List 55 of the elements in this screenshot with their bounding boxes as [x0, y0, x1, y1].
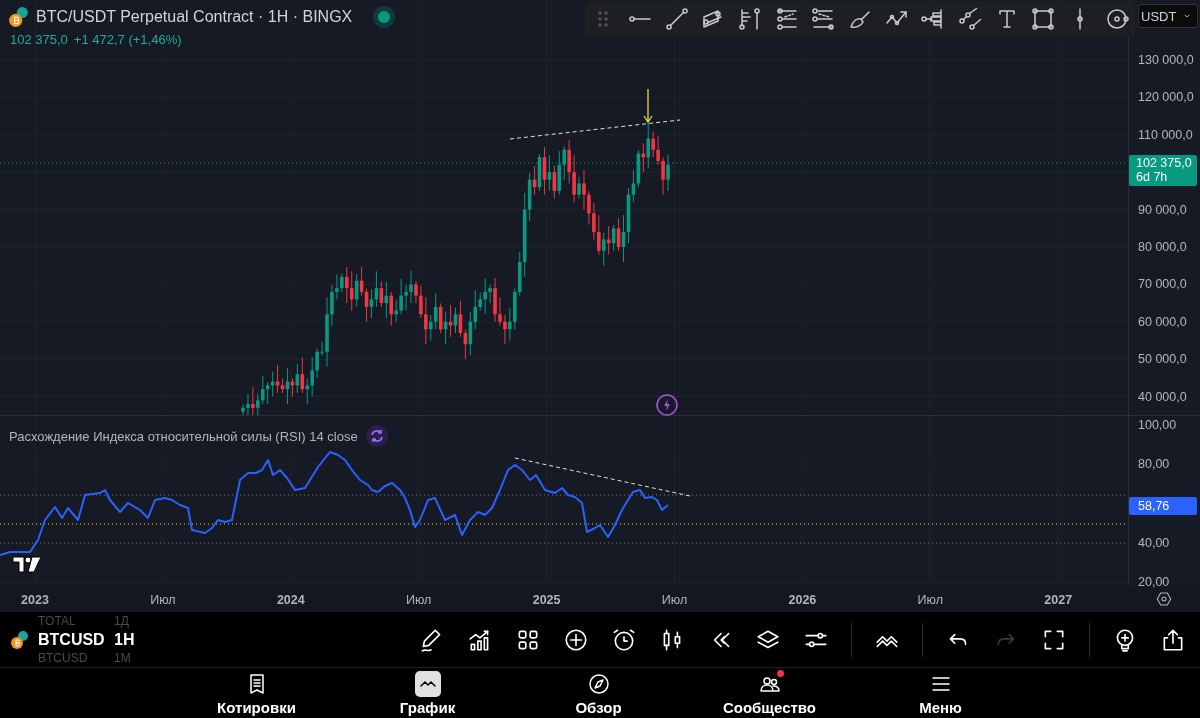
coin-icon	[8, 6, 30, 28]
currency-dropdown[interactable]: USDT	[1138, 4, 1198, 28]
price-tick: 110 000,0	[1138, 127, 1193, 142]
coin-icon	[10, 629, 30, 650]
symbol-title: BTC/USDT Perpetual Contract · 1H · BINGX	[36, 8, 353, 26]
nav-tab[interactable]: Обзор	[513, 668, 684, 718]
levels-icon[interactable]	[774, 7, 799, 31]
nav-tab[interactable]: Сообщество	[684, 668, 855, 718]
time-label: 2024	[276, 593, 305, 607]
nav-tab[interactable]: Меню	[855, 668, 1026, 718]
rsi-tick: 40,00	[1138, 536, 1170, 550]
rsi-tick: 20,00	[1138, 575, 1170, 589]
lightning-icon[interactable]	[656, 394, 678, 416]
price-tick: 80 000,0	[1138, 240, 1187, 254]
price-tick: 120 000,0	[1138, 90, 1194, 105]
time-label: 2023	[21, 593, 49, 607]
last-price: 102 375,0	[10, 32, 68, 47]
price-tick: 90 000,0	[1138, 202, 1187, 217]
price-tick: 40 000,0	[1138, 389, 1187, 404]
circle-icon[interactable]	[1104, 7, 1129, 31]
time-label: Июл	[150, 593, 176, 607]
nav-tab[interactable]: График	[342, 668, 513, 718]
settings-icon[interactable]	[1156, 591, 1172, 607]
nav-tab[interactable]: Котировки	[171, 668, 342, 718]
rsi-value-label: 58,76	[1129, 497, 1197, 515]
chart-icon	[419, 679, 436, 688]
arrow	[643, 88, 653, 124]
rsi-tick: 100,00	[1138, 418, 1177, 432]
interval-label[interactable]: 1H	[114, 628, 144, 651]
indicator-title: Расхождение Индекса относительной силы (RSI) 14 close	[9, 428, 358, 444]
time-label: 2026	[788, 593, 817, 607]
notification-dot	[776, 669, 784, 677]
price-tick: 60 000,0	[1138, 314, 1187, 329]
time-label: Июл	[661, 593, 688, 607]
time-label: Июл	[917, 593, 943, 607]
trend-line-icon[interactable]	[664, 7, 689, 31]
price-change: +1 472,7 (+1,46%)	[73, 32, 182, 47]
add-icon[interactable]	[563, 626, 589, 653]
price-tick: 50 000,0	[1138, 352, 1187, 367]
measure-icon[interactable]	[957, 7, 982, 31]
time-label: Июл	[406, 593, 432, 607]
symbol-name[interactable]: BTCUSD	[38, 628, 108, 651]
levels-icon[interactable]	[811, 7, 836, 31]
price-label: 102 375,0 6d 7h	[1129, 155, 1197, 186]
rsi-tick: 80,00	[1138, 457, 1170, 471]
pin-lines-icon[interactable]	[737, 7, 762, 31]
time-label: 2027	[1044, 593, 1073, 607]
logo-icon	[12, 556, 42, 573]
price-tick: 70 000,0	[1138, 277, 1187, 292]
time-label: 2025	[532, 593, 561, 607]
refresh-icon[interactable]	[365, 425, 388, 447]
alarm-icon[interactable]	[611, 626, 637, 653]
price-tick: 130 000,0	[1138, 53, 1194, 67]
rectangle-icon[interactable]	[1031, 7, 1056, 31]
compass-icon	[586, 671, 611, 696]
